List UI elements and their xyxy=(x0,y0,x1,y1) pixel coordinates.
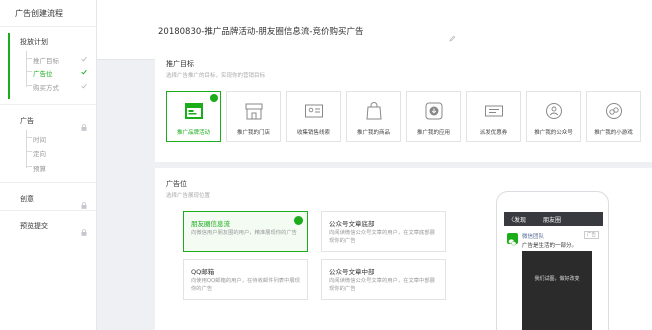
edit-pencil-icon[interactable] xyxy=(449,27,456,42)
sidebar-section-creative[interactable]: 创意 xyxy=(20,194,34,204)
goal-label: 派发优惠券 xyxy=(479,130,508,136)
phone-preview: 〈发现 朋友圈 微信团队 广告 广告是生活的一部分。 我们试图，做好改变 xyxy=(496,191,609,330)
position-description: 向阅读微信公众号文章的用户，在文章底部展现你的广告 xyxy=(329,230,435,244)
sidebar-item-targeting[interactable]: 定向 xyxy=(33,148,46,158)
divider xyxy=(0,26,97,27)
section-title: 推广目标 xyxy=(166,60,194,68)
lock-icon xyxy=(81,194,87,209)
promotion-goal-panel: 推广目标 选择广告推广的目标，实现你的营销目标 推广品牌活动 推广我的门店 收集… xyxy=(155,47,652,162)
goal-option-coupons[interactable]: 派发优惠券 xyxy=(466,91,521,142)
tree-branch xyxy=(27,151,32,152)
shopping-bag-icon xyxy=(364,102,384,120)
brand-activity-icon xyxy=(184,102,204,120)
goal-option-official-account[interactable]: 推广我的公众号 xyxy=(526,91,581,142)
divider xyxy=(0,182,97,183)
sidebar-item-goal[interactable]: 推广目标 xyxy=(33,55,59,65)
preview-ad-text: 广告是生活的一部分。 xyxy=(522,243,578,249)
divider xyxy=(0,104,97,105)
tree-branch xyxy=(27,58,32,59)
preview-ad-tag: 广告 xyxy=(584,231,599,239)
preview-ad-image-text: 我们试图，做好改变 xyxy=(534,276,580,282)
store-icon xyxy=(244,102,264,120)
tree-line xyxy=(26,51,27,87)
official-account-icon xyxy=(544,102,564,120)
sidebar-title: 广告创建流程 xyxy=(15,9,63,18)
position-option-moments-feed[interactable]: 朋友圈信息流 向微信用户朋友圈的用户，精准展现你的广告 xyxy=(183,211,308,252)
page-title: 20180830-推广品牌活动-朋友圈信息流-竞价购买广告 xyxy=(158,27,364,37)
sidebar-item-time[interactable]: 时间 xyxy=(33,134,46,144)
check-icon xyxy=(81,83,87,89)
lock-icon xyxy=(81,116,87,131)
goal-option-brand-activity[interactable]: 推广品牌活动 xyxy=(166,91,221,142)
position-description: 向使用QQ邮箱的用户，在待收邮件列表中展现你的广告 xyxy=(191,278,300,292)
position-description: 向阅读微信公众号文章的用户，在文章中部展现你的广告 xyxy=(329,278,435,292)
position-title: 公众号文章中部 xyxy=(329,268,375,276)
goal-option-store[interactable]: 推广我的门店 xyxy=(226,91,281,142)
wechat-logo-icon xyxy=(507,233,518,246)
divider xyxy=(0,210,97,211)
preview-back-label: 〈发现 xyxy=(508,217,527,224)
section-subtitle: 选择广告展现位置 xyxy=(166,193,211,199)
goal-label: 推广我的应用 xyxy=(416,130,450,136)
sidebar: 广告创建流程 投放计划 推广目标 广告位 购买方式 广告 时间 定向 预算 创意… xyxy=(0,0,97,330)
sidebar-item-position[interactable]: 广告位 xyxy=(33,68,53,78)
preview-title: 朋友圈 xyxy=(543,217,562,224)
coupon-icon xyxy=(484,102,504,120)
sidebar-section-preview-submit[interactable]: 预览提交 xyxy=(20,221,48,231)
goal-label: 收集销售线索 xyxy=(296,130,330,136)
position-option-article-bottom[interactable]: 公众号文章底部 向阅读微信公众号文章的用户，在文章底部展现你的广告 xyxy=(321,211,446,252)
lock-icon xyxy=(81,221,87,236)
preview-ad-name: 微信团队 xyxy=(522,234,545,240)
active-section-indicator xyxy=(8,33,10,99)
tree-branch xyxy=(27,166,32,167)
goal-label: 推广我的小游戏 xyxy=(594,130,633,136)
position-option-qq-mail[interactable]: QQ邮箱 向使用QQ邮箱的用户，在待收邮件列表中展现你的广告 xyxy=(183,259,308,300)
tree-branch xyxy=(27,137,32,138)
goal-option-app[interactable]: 推广我的应用 xyxy=(406,91,461,142)
mini-game-icon xyxy=(604,102,624,120)
position-description: 向微信用户朋友圈的用户，精准展现你的广告 xyxy=(191,230,297,236)
goal-option-sales-leads[interactable]: 收集销售线索 xyxy=(286,91,341,142)
tree-branch xyxy=(27,71,32,72)
section-title: 广告位 xyxy=(166,180,187,188)
preview-ad-image: 我们试图，做好改变 xyxy=(522,251,592,330)
goal-option-mini-game[interactable]: 推广我的小游戏 xyxy=(586,91,641,142)
sidebar-item-buy-method[interactable]: 购买方式 xyxy=(33,82,59,92)
sidebar-item-budget[interactable]: 预算 xyxy=(33,163,46,173)
tree-line xyxy=(26,130,27,168)
sidebar-section-ad[interactable]: 广告 xyxy=(20,116,34,126)
position-title: 朋友圈信息流 xyxy=(191,220,230,228)
sidebar-section-plan[interactable]: 投放计划 xyxy=(20,37,48,47)
position-title: QQ邮箱 xyxy=(191,268,215,276)
goal-label: 推广我的公众号 xyxy=(534,130,573,136)
goal-label: 推广品牌活动 xyxy=(176,130,210,136)
tree-branch xyxy=(27,85,32,86)
preview-nav-bar: 〈发现 朋友圈 xyxy=(504,212,603,226)
selected-check-icon xyxy=(210,94,218,108)
check-icon xyxy=(81,69,87,75)
goal-label: 推广我的门店 xyxy=(236,130,270,136)
goal-label: 推广我的商品 xyxy=(356,130,390,136)
id-card-icon xyxy=(304,102,324,120)
preview-ad-card: 微信团队 广告 广告是生活的一部分。 我们试图，做好改变 xyxy=(504,226,603,330)
position-title: 公众号文章底部 xyxy=(329,220,375,228)
section-subtitle: 选择广告推广的目标，实现你的营销目标 xyxy=(166,73,266,79)
goal-option-products[interactable]: 推广我的商品 xyxy=(346,91,401,142)
check-icon xyxy=(81,56,87,62)
app-download-icon xyxy=(424,102,444,120)
position-option-article-middle[interactable]: 公众号文章中部 向阅读微信公众号文章的用户，在文章中部展现你的广告 xyxy=(321,259,446,300)
selected-check-icon xyxy=(294,216,303,229)
